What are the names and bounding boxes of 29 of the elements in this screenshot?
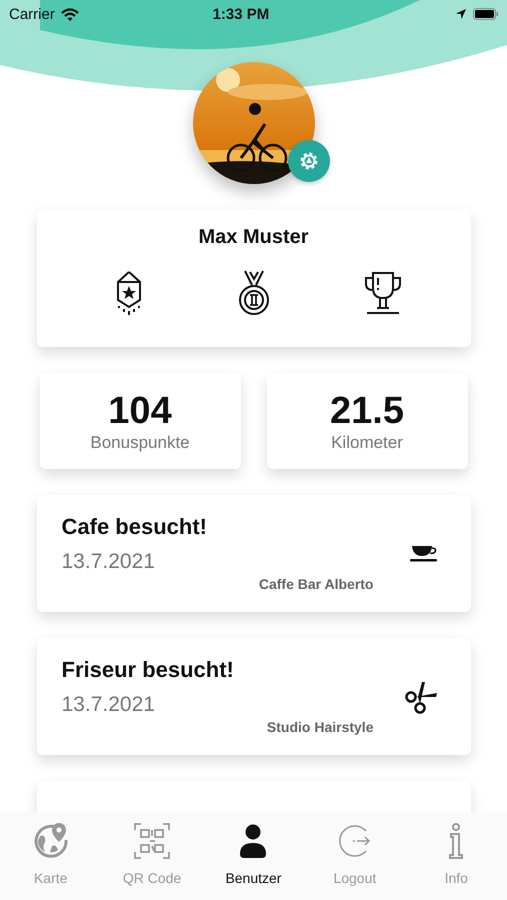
carrier-label: Carrier: [9, 6, 55, 22]
stat-value: 104: [108, 389, 172, 433]
medal-icon: [237, 269, 272, 317]
trophy-icon: [362, 270, 403, 316]
qr-code-icon: [133, 822, 172, 860]
tab-item[interactable]: Info: [408, 822, 504, 886]
activity-card[interactable]: Friseur besucht! 13.7.2021 Studio Hairstyle: [36, 638, 470, 755]
location-icon: [455, 8, 467, 20]
wifi-icon: [60, 8, 79, 20]
activity-title: Friseur besucht!: [62, 657, 235, 683]
activity-date: 13.7.2021: [62, 693, 156, 717]
tab-item[interactable]: QR Code: [104, 822, 200, 886]
activity-title: Cafe besucht!: [62, 514, 208, 540]
tab-item[interactable]: Benutzer: [205, 822, 302, 886]
activity-place: Studio Hairstyle: [266, 719, 374, 735]
activity-date: 13.7.2021: [62, 550, 156, 574]
settings-button[interactable]: [288, 140, 330, 182]
activity-card[interactable]: Cafe besucht! 13.7.2021 Caffe Bar Alberto: [36, 495, 470, 612]
coffee-cup-icon: [408, 544, 438, 562]
globe-pin-icon: [32, 822, 70, 860]
tab-item[interactable]: Logout: [306, 822, 403, 886]
stat-value: 21.5: [330, 389, 404, 433]
tab-item[interactable]: Karte: [2, 822, 99, 886]
stat-label: Bonuspunkte: [90, 433, 190, 453]
user-name: Max Muster: [198, 226, 309, 249]
battery-icon: [473, 8, 499, 20]
activity-place: Caffe Bar Alberto: [258, 576, 374, 592]
status-time: 1:33 PM: [212, 6, 270, 22]
stat-label: Kilometer: [331, 433, 403, 453]
